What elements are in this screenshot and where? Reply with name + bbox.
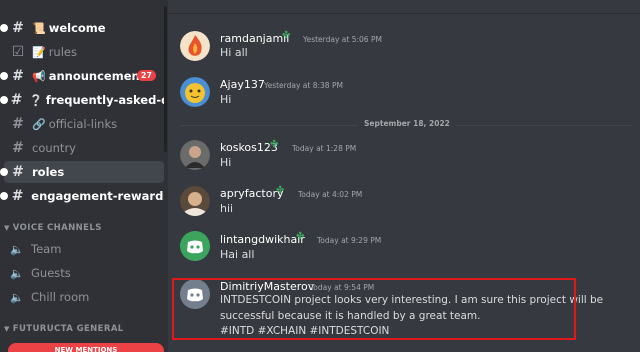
message-text: Hai all — [220, 248, 255, 261]
avatar[interactable] — [180, 140, 210, 170]
message-timestamp: Yesterday at 5:06 PM — [303, 35, 382, 44]
unread-dot — [0, 24, 8, 32]
channel-engagement-rewards[interactable]: # engagement-rewards — [0, 185, 164, 207]
sidebar-scrollbar[interactable] — [164, 6, 167, 152]
avatar[interactable] — [180, 186, 210, 216]
hash-icon: # — [12, 116, 24, 132]
highlight-box — [172, 278, 576, 340]
channel-roles[interactable]: # roles — [0, 161, 164, 183]
category-voice-channels[interactable]: ▼ VOICE CHANNELS — [4, 223, 102, 233]
leaf-icon: ✤ — [276, 185, 285, 196]
channel-sidebar: # 📜 welcome ☑ 📝 rules # 📢 announcements … — [0, 0, 168, 352]
voice-channel-guests[interactable]: 🔈 Guests — [10, 266, 71, 280]
avatar-photo-icon — [180, 140, 210, 170]
memo-emoji-icon: 📝 — [32, 45, 46, 59]
rules-checkbox-icon: ☑ — [11, 44, 25, 60]
leaf-icon: ✤ — [296, 231, 305, 242]
avatar-fire-icon — [180, 31, 210, 61]
discord-logo-icon — [187, 240, 203, 254]
message-timestamp: Today at 4:02 PM — [298, 190, 363, 199]
leaf-icon: ✤ — [282, 30, 291, 41]
message-username[interactable]: apryfactory — [220, 187, 284, 200]
speaker-icon: 🔈 — [10, 290, 24, 304]
channel-faq[interactable]: # ❔ frequently-asked-qu... — [0, 89, 164, 111]
channel-official-links[interactable]: # 🔗 official-links — [4, 113, 164, 135]
new-mentions-banner[interactable]: NEW MENTIONS — [8, 343, 164, 352]
channel-rules[interactable]: ☑ 📝 rules — [4, 41, 164, 63]
message-timestamp: Today at 1:28 PM — [292, 144, 357, 153]
hash-icon: # — [12, 20, 24, 36]
leaf-icon: ✤ — [270, 139, 279, 150]
unread-dot — [0, 96, 8, 104]
voice-channel-chill-room[interactable]: 🔈 Chill room — [10, 290, 89, 304]
chevron-down-icon: ▼ — [4, 224, 10, 232]
mention-badge: 27 — [136, 70, 156, 81]
message-text: Hi — [220, 93, 232, 106]
channel-country[interactable]: # country — [4, 137, 164, 159]
message-text: hii — [220, 202, 234, 215]
channel-welcome[interactable]: # 📜 welcome — [0, 17, 164, 39]
message-username[interactable]: Ajay137 — [220, 78, 265, 91]
question-emoji-icon: ❔ — [29, 93, 43, 107]
voice-channel-team[interactable]: 🔈 Team — [10, 242, 61, 256]
discord-window: # 📜 welcome ☑ 📝 rules # 📢 announcements … — [0, 0, 640, 352]
message-text: Hi all — [220, 46, 248, 59]
avatar[interactable] — [180, 231, 210, 261]
hash-icon: # — [12, 140, 24, 156]
message-timestamp: Today at 9:29 PM — [317, 236, 382, 245]
hash-icon: # — [12, 68, 24, 84]
link-emoji-icon: 🔗 — [32, 117, 46, 131]
channel-announcements[interactable]: # 📢 announcements 27 — [0, 65, 164, 87]
megaphone-emoji-icon: 📢 — [32, 69, 46, 83]
category-futuructa-general[interactable]: ▼ FUTURUCTA GENERAL — [4, 324, 124, 334]
avatar[interactable] — [180, 77, 210, 107]
message-username[interactable]: ramdanjamil — [220, 32, 289, 45]
hash-icon: # — [10, 92, 23, 108]
scroll-emoji-icon: 📜 — [32, 21, 46, 35]
unread-dot — [0, 72, 8, 80]
speaker-icon: 🔈 — [10, 266, 24, 280]
hash-icon: # — [12, 164, 24, 180]
avatar-face-icon — [180, 77, 210, 107]
unread-dot — [0, 192, 8, 200]
date-divider: September 18, 2022 — [358, 119, 456, 128]
hash-icon: # — [11, 188, 24, 204]
message-username[interactable]: lintangdwikhair — [220, 233, 305, 246]
unread-dot — [0, 168, 8, 176]
chevron-down-icon: ▼ — [4, 325, 10, 333]
speaker-icon: 🔈 — [10, 242, 24, 256]
avatar-photo-icon — [180, 186, 210, 216]
channel-header — [168, 0, 640, 14]
avatar[interactable] — [180, 31, 210, 61]
message-timestamp: Yesterday at 8:38 PM — [264, 81, 343, 90]
message-text: Hi — [220, 156, 232, 169]
